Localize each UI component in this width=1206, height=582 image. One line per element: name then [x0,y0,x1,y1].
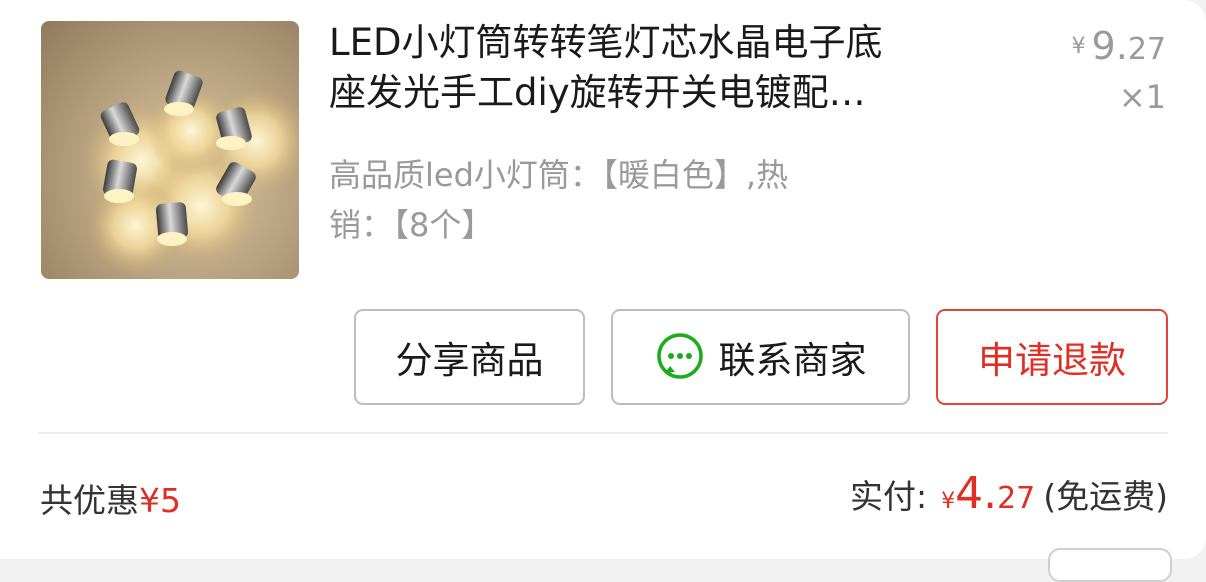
product-spec: 高品质led小灯筒：【暖白色】,热 销：【8个】 [329,150,969,250]
contact-merchant-label: 联系商家 [718,339,867,382]
unit-price: ¥9.27 [1072,24,1166,68]
wechat-chat-icon [655,332,705,382]
shipping-note: (免运费) [1043,477,1168,516]
divider [38,432,1168,434]
order-item-card: LED小灯筒转转笔灯芯水晶电子底 座发光手工diy旋转开关电镀配… 高品质led… [0,0,1206,582]
product-title[interactable]: LED小灯筒转转笔灯芯水晶电子底 座发光手工diy旋转开关电镀配… [329,18,1019,118]
discount-value: ¥5 [139,481,181,520]
total-discount: 共优惠¥5 [40,474,181,522]
amount-paid: 实付: ¥4.27 (免运费) [850,468,1168,519]
product-title-line-2: 座发光手工diy旋转开关电镀配… [329,71,866,114]
paid-integer: 4. [955,468,998,519]
share-product-button[interactable]: 分享商品 [354,309,585,405]
product-image[interactable] [41,21,299,279]
paid-currency: ¥ [941,489,956,514]
discount-label: 共优惠 [40,481,139,520]
next-action-button[interactable] [1048,548,1172,582]
unit-price-integer: 9. [1091,24,1128,68]
paid-label: 实付: [849,477,928,516]
product-title-line-1: LED小灯筒转转笔灯芯水晶电子底 [329,21,883,64]
request-refund-label: 申请退款 [978,339,1126,382]
paid-decimal: 27 [997,481,1036,516]
quantity: ×1 [1118,78,1166,116]
unit-price-currency: ¥ [1071,34,1086,59]
share-product-label: 分享商品 [395,339,544,382]
product-spec-line-2: 销：【8个】 [329,206,494,244]
request-refund-button[interactable]: 申请退款 [936,309,1168,405]
product-spec-line-1: 高品质led小灯筒：【暖白色】,热 [329,156,789,194]
contact-merchant-button[interactable]: 联系商家 [611,309,910,405]
unit-price-decimal: 27 [1127,32,1166,67]
led-light-product-photo [81,70,299,276]
